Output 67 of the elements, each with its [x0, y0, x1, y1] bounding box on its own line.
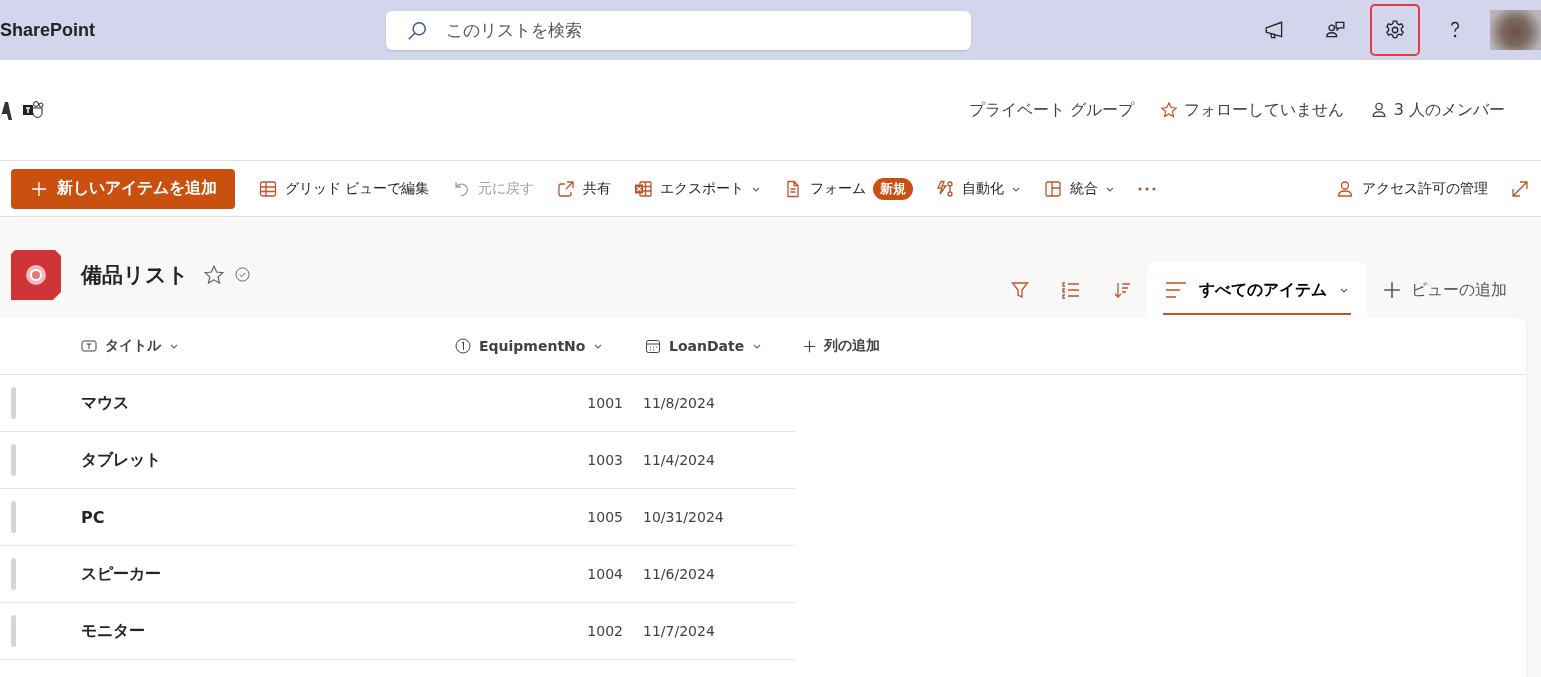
- teams-icon: [22, 100, 44, 120]
- row-handle[interactable]: [11, 558, 16, 590]
- row-handle[interactable]: [11, 615, 16, 647]
- site-logo-icon: [0, 100, 12, 120]
- check-circle-icon: [235, 267, 250, 282]
- date-cell: 11/4/2024: [643, 452, 715, 468]
- title-cell[interactable]: モニター: [81, 620, 441, 642]
- add-view-button[interactable]: ビューの追加: [1367, 262, 1541, 318]
- number-cell-text: 1001: [586, 395, 623, 411]
- list-icon: [11, 249, 61, 300]
- number-circle-icon: [455, 338, 471, 354]
- group-privacy: プライベート グループ: [968, 99, 1134, 121]
- column-header[interactable]: タイトル: [81, 337, 179, 355]
- search-icon: [406, 19, 428, 42]
- number-cell-text: 1002: [586, 623, 623, 639]
- access-command[interactable]: アクセス許可の管理: [1324, 168, 1499, 209]
- new-badge: 新規: [873, 177, 914, 200]
- integrate-command[interactable]: 統合: [1032, 168, 1127, 209]
- settings-button[interactable]: [1370, 4, 1420, 56]
- plus-icon: [1383, 281, 1401, 299]
- search-field[interactable]: このリストを検索: [386, 10, 971, 50]
- view-lines-icon: [1165, 281, 1187, 299]
- expand-icon: [1510, 178, 1530, 199]
- app-name: SharePoint: [0, 19, 97, 41]
- flow-icon: [935, 178, 956, 199]
- date-cell: 11/6/2024: [643, 566, 715, 582]
- add-column-button[interactable]: 列の追加: [803, 337, 880, 355]
- group-list-icon: [1059, 280, 1082, 300]
- share-command[interactable]: 共有: [545, 168, 623, 209]
- form-command[interactable]: フォーム 新規: [772, 168, 925, 209]
- new-item-button[interactable]: 新しいアイテムを追加: [11, 168, 235, 209]
- calendar-icon: [645, 338, 661, 354]
- date-cell: 10/31/2024: [643, 509, 724, 525]
- row-handle[interactable]: [11, 444, 16, 476]
- grid-command[interactable]: グリッド ビューで編集: [247, 168, 441, 209]
- favorite-star-icon[interactable]: [203, 263, 225, 286]
- person-icon: [1335, 178, 1355, 199]
- title-cell[interactable]: タブレット: [81, 449, 441, 471]
- members-button[interactable]: 3 人のメンバー: [1369, 99, 1505, 121]
- date-cell: 11/8/2024: [643, 395, 715, 411]
- text-field-icon: [81, 339, 97, 353]
- title-cell[interactable]: スピーカー: [81, 563, 441, 585]
- more-icon: [1137, 185, 1158, 192]
- table-icon: [258, 178, 278, 199]
- date-cell: 11/7/2024: [643, 623, 715, 639]
- number-cell-text: 1005: [586, 509, 623, 525]
- row-handle[interactable]: [11, 387, 16, 419]
- row-handle[interactable]: [11, 501, 16, 533]
- title-cell[interactable]: PC: [81, 507, 441, 527]
- column-header[interactable]: LoanDate: [645, 338, 763, 354]
- excel-command[interactable]: エクスポート: [622, 168, 773, 209]
- star-icon: [1159, 101, 1178, 119]
- settings-icon: [1384, 19, 1406, 41]
- filter-icon: [1008, 280, 1031, 300]
- number-cell-text: 1003: [586, 452, 623, 468]
- plus-icon: [803, 339, 816, 353]
- follow-button[interactable]: フォローしていません: [1159, 99, 1344, 121]
- excel-icon: [633, 178, 654, 199]
- plus-icon: [31, 180, 47, 197]
- avatar[interactable]: [1490, 10, 1541, 50]
- number-cell-text: 1004: [586, 566, 623, 582]
- title-cell[interactable]: マウス: [81, 392, 441, 414]
- column-header[interactable]: EquipmentNo: [455, 338, 604, 354]
- layout-icon: [1043, 178, 1064, 199]
- share-icon: [556, 178, 577, 199]
- list-title: 備品リスト: [81, 261, 189, 289]
- automate-command[interactable]: 自動化: [924, 168, 1033, 209]
